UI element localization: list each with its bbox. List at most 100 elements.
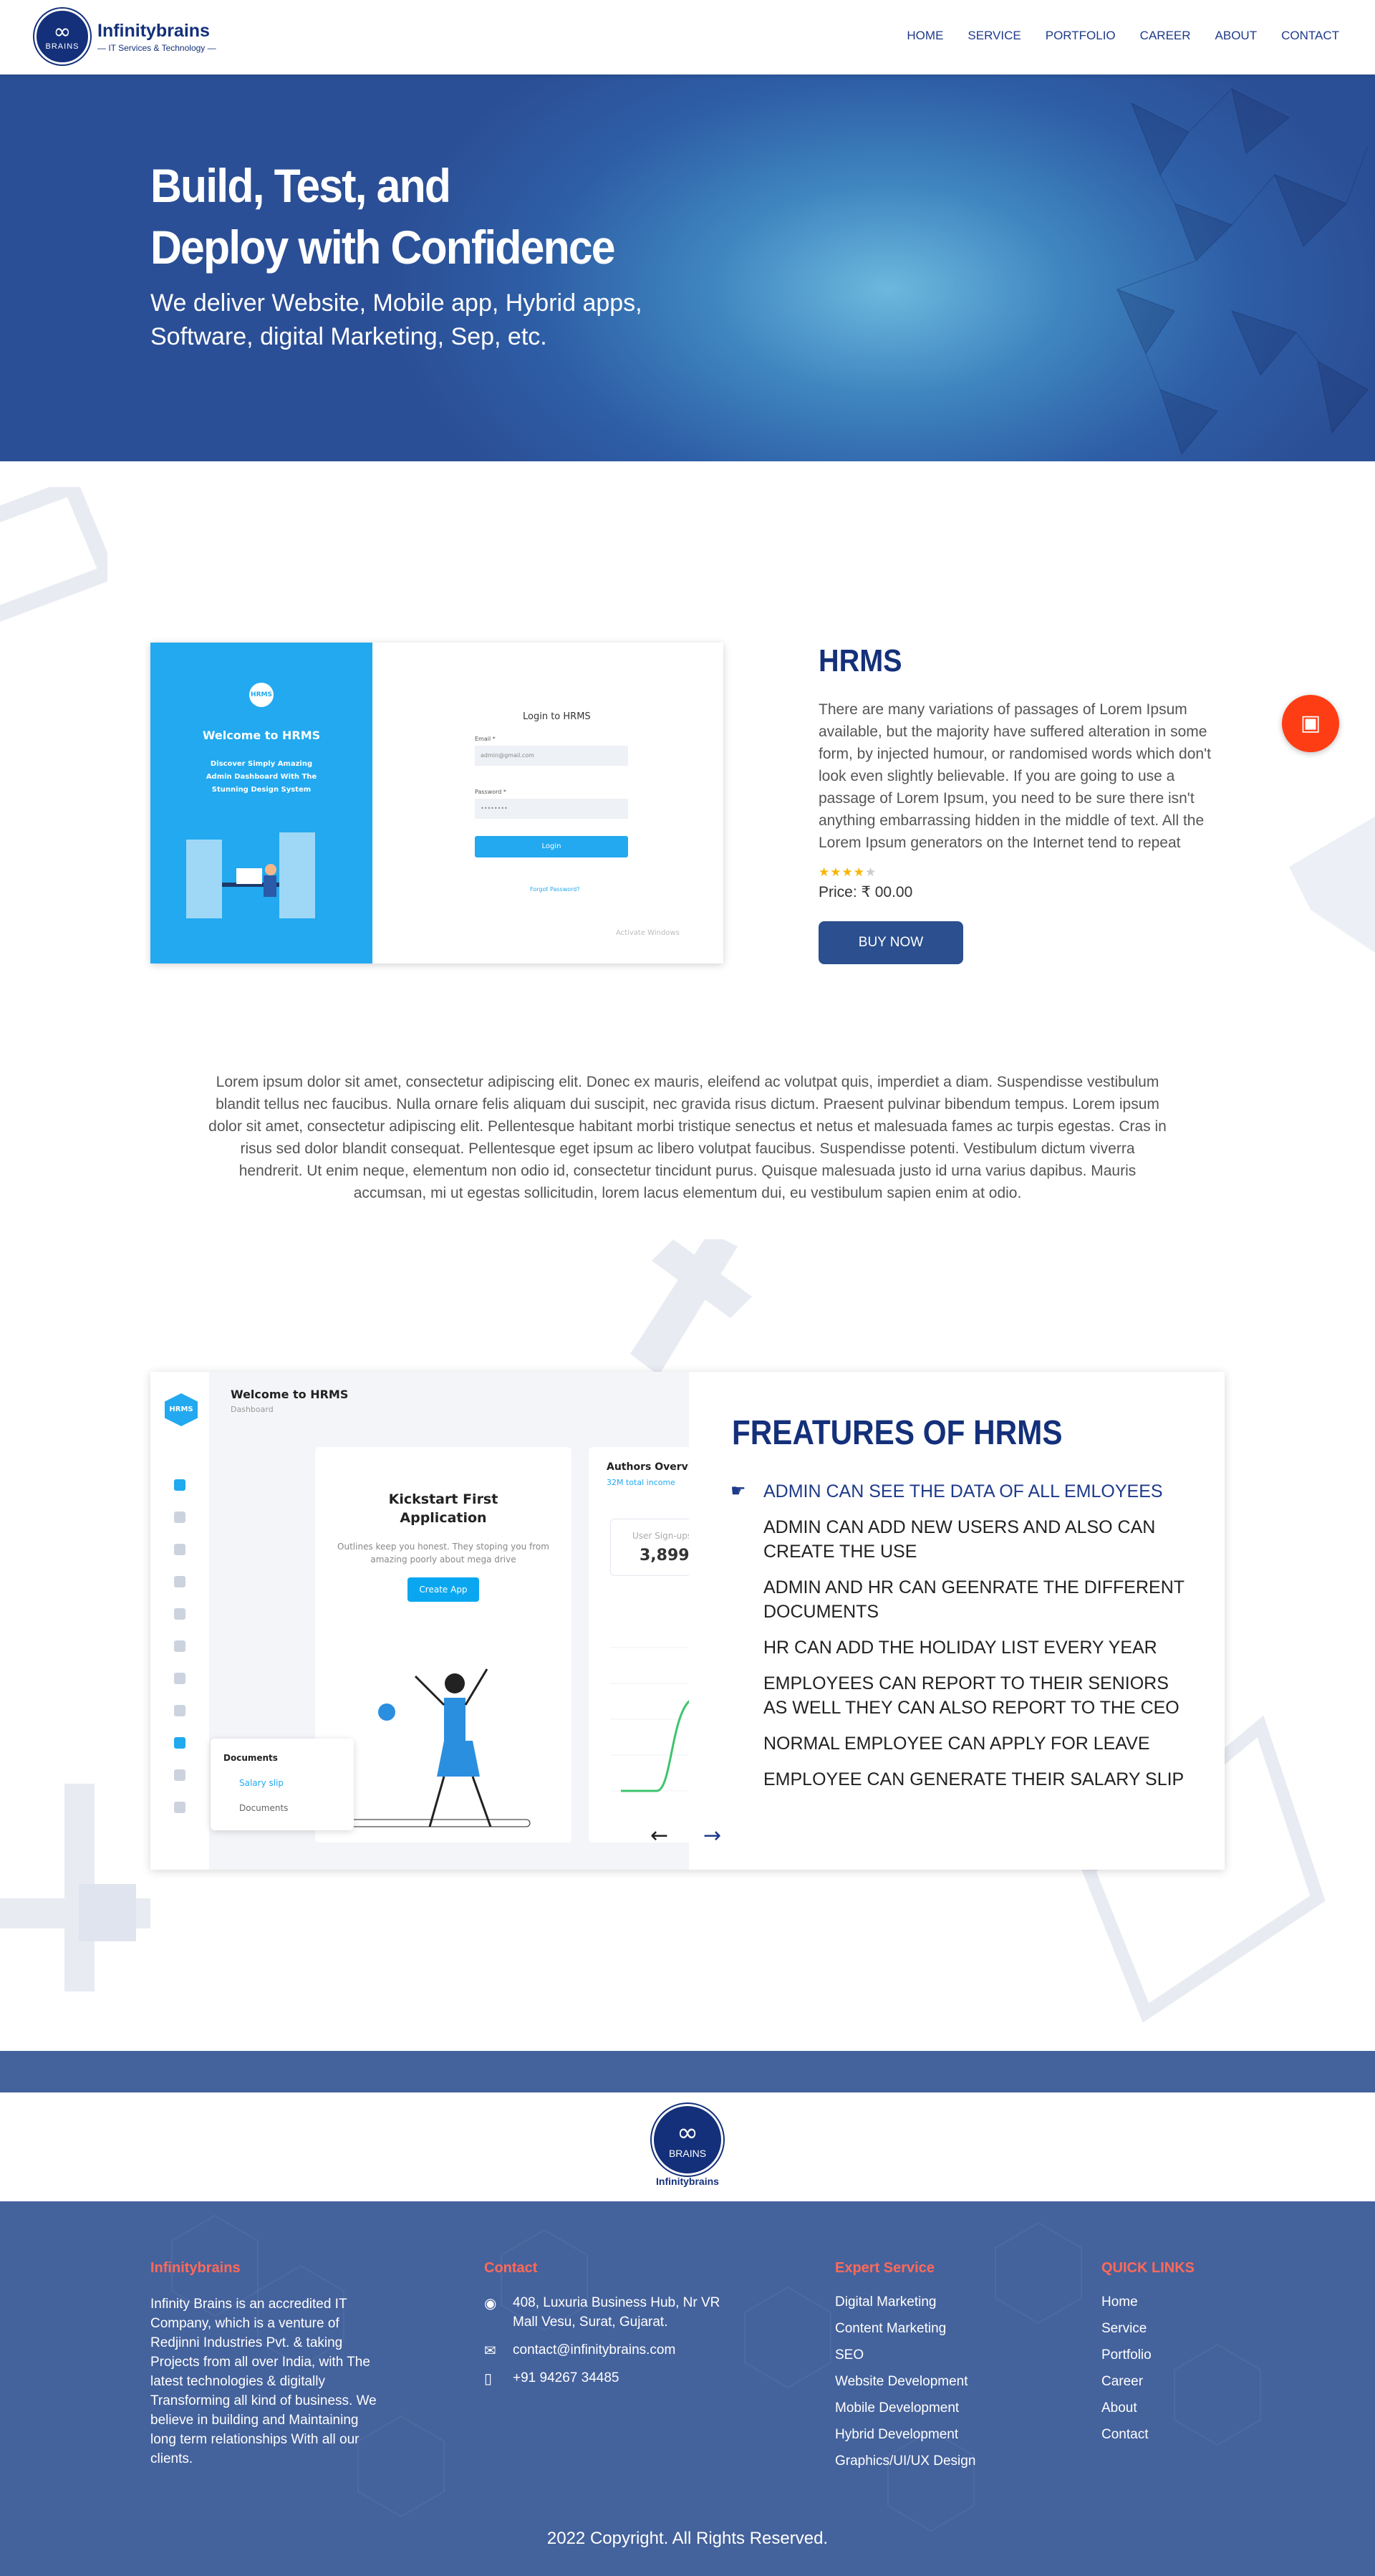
- logo-mark: ∞ BRAINS: [34, 9, 90, 64]
- product-rating: ★★★★★: [819, 865, 877, 880]
- contact-email[interactable]: ✉ contact@infinitybrains.com: [484, 2340, 742, 2360]
- product-title: HRMS: [819, 643, 902, 678]
- feature-text: ADMIN CAN SEE THE DATA OF ALL EMLOYEES: [763, 1481, 1163, 1501]
- contact-phone[interactable]: ▯ +91 94267 34485: [484, 2368, 742, 2388]
- quick-links-list: Home Service Portfolio Career About Cont…: [1101, 2289, 1152, 2448]
- top-navbar: ∞ BRAINS Infinitybrains — IT Services & …: [0, 0, 1375, 75]
- footer-logo[interactable]: ∞ BRAINS: [652, 2104, 723, 2176]
- signups-line-chart: [610, 1647, 689, 1792]
- nav-service[interactable]: SERVICE: [968, 29, 1021, 43]
- nav-career[interactable]: CAREER: [1140, 29, 1191, 43]
- product-price: Price: ₹ 00.00: [819, 884, 913, 900]
- briefcase-icon: [174, 1673, 185, 1684]
- kickstart-title: Kickstart First Application: [388, 1491, 498, 1526]
- service-link: Graphics/UI/UX Design: [835, 2448, 975, 2474]
- dashboard-sidebar: HRMS: [150, 1372, 209, 1870]
- service-link: Website Development: [835, 2368, 975, 2395]
- decorative-cross-shape: [0, 1784, 150, 1991]
- feature-text: ADMIN CAN ADD NEW USERS AND ALSO CAN CRE…: [763, 1517, 1156, 1562]
- login-button: Login: [475, 836, 628, 857]
- quick-link-service[interactable]: Service: [1101, 2321, 1147, 2336]
- footer-contact-title: Contact: [484, 2260, 538, 2276]
- next-arrow-icon[interactable]: →: [703, 1823, 721, 1848]
- chat-fab-button[interactable]: ▣: [1282, 695, 1339, 752]
- email-label: Email *: [475, 736, 496, 742]
- phone-icon: ▯: [484, 2371, 493, 2387]
- star-icon: ★: [830, 865, 842, 880]
- authors-card: Authors Overview 32M total income User S…: [589, 1447, 689, 1842]
- authors-title: Authors Overview: [607, 1461, 689, 1473]
- decorative-diamond-left: [0, 487, 107, 622]
- infinity-icon: ∞: [677, 2118, 698, 2148]
- hero-title-line-1: Build, Test, and: [150, 159, 451, 212]
- quick-link-contact[interactable]: Contact: [1101, 2427, 1148, 2442]
- phone-text: +91 94267 34485: [513, 2370, 619, 2385]
- service-link-text[interactable]: Hybrid Development: [835, 2427, 958, 2442]
- service-link-text[interactable]: Digital Marketing: [835, 2294, 937, 2310]
- contact-address: ◉ 408, Luxuria Business Hub, Nr VR Mall V…: [484, 2293, 742, 2332]
- service-link: Digital Marketing: [835, 2289, 975, 2315]
- pointing-hand-icon: ☛: [730, 1481, 746, 1501]
- nav-portfolio[interactable]: PORTFOLIO: [1046, 29, 1116, 43]
- hero-subtitle: We deliver Website, Mobile app, Hybrid a…: [150, 289, 642, 350]
- hero-title: Build, Test, and Deploy with Confidence: [150, 155, 616, 278]
- logo-word: BRAINS: [45, 42, 79, 51]
- feature-item: EMPLOYEES CAN REPORT TO THEIR SENIORS AS…: [730, 1671, 1196, 1720]
- body-paragraph: Lorem ipsum dolor sit amet, consectetur …: [208, 1074, 1167, 1201]
- service-link-text[interactable]: Content Marketing: [835, 2321, 946, 2336]
- infinity-icon: ∞: [53, 19, 72, 44]
- screenshot-left-panel: HRMS Welcome to HRMS Discover Simply Ama…: [150, 643, 372, 963]
- email-text: contact@infinitybrains.com: [513, 2342, 676, 2358]
- feature-text: EMPLOYEES CAN REPORT TO THEIR SENIORS AS…: [763, 1673, 1179, 1718]
- services-list: Digital Marketing Content Marketing SEO …: [835, 2289, 975, 2474]
- signups-value: 3,899: [640, 1547, 689, 1565]
- printer-icon: [174, 1544, 185, 1555]
- quick-link-career[interactable]: Career: [1101, 2374, 1143, 2389]
- feature-item: ADMIN AND HR CAN GEENRATE THE DIFFERENT …: [730, 1575, 1196, 1624]
- user-icon: [174, 1640, 185, 1652]
- quick-link: Portfolio: [1101, 2342, 1152, 2368]
- prev-arrow-icon[interactable]: ←: [650, 1823, 668, 1848]
- footer-links-title: QUICK LINKS: [1101, 2260, 1195, 2276]
- flow-icon: [174, 1705, 185, 1716]
- footer-top-band: [0, 2051, 1375, 2092]
- logo-text: Infinitybrains — IT Services & Technolog…: [97, 21, 216, 53]
- screenshot-login-form: Login to HRMS Email * admin@gmail.com Pa…: [372, 643, 723, 963]
- documents-icon: [174, 1737, 185, 1749]
- nav-contact[interactable]: CONTACT: [1281, 29, 1339, 43]
- dashboard-breadcrumb: Dashboard: [231, 1405, 274, 1414]
- site-logo[interactable]: ∞ BRAINS Infinitybrains — IT Services & …: [34, 9, 216, 64]
- password-label: Password *: [475, 789, 506, 795]
- chat-icon: ▣: [1300, 711, 1321, 736]
- quick-link: About: [1101, 2395, 1152, 2421]
- buy-now-button[interactable]: BUY NOW: [819, 921, 963, 964]
- footer-about-title: Infinitybrains: [150, 2260, 241, 2276]
- quick-link-about[interactable]: About: [1101, 2400, 1137, 2416]
- decorative-x-shape: [630, 1239, 752, 1375]
- star-icon: ★: [841, 865, 854, 880]
- dashboard-logo: HRMS: [165, 1393, 198, 1426]
- pin-icon: [174, 1576, 185, 1587]
- signups-label: User Sign-ups: [632, 1531, 689, 1541]
- service-link-text[interactable]: Website Development: [835, 2374, 968, 2389]
- mail-icon: ✉: [484, 2343, 496, 2359]
- feature-item: ☛ ADMIN CAN SEE THE DATA OF ALL EMLOYEES: [730, 1479, 1196, 1504]
- quick-link-home[interactable]: Home: [1101, 2294, 1138, 2310]
- service-link-text[interactable]: SEO: [835, 2347, 864, 2363]
- main-menu: HOME SERVICE PORTFOLIO CAREER ABOUT CONT…: [907, 29, 1339, 43]
- nav-about[interactable]: ABOUT: [1215, 29, 1258, 43]
- brand-tagline: — IT Services & Technology —: [97, 42, 216, 53]
- features-title: FREATURES OF HRMS: [732, 1414, 1063, 1452]
- feature-item: NORMAL EMPLOYEE CAN APPLY FOR LEAVE: [730, 1731, 1196, 1756]
- footer-services-title: Expert Service: [835, 2260, 935, 2276]
- copyright-text: 2022 Copyright. All Rights Reserved.: [546, 2529, 829, 2548]
- product-description: There are many variations of passages of…: [819, 701, 1211, 851]
- nav-home[interactable]: HOME: [907, 29, 943, 43]
- feature-text: HR CAN ADD THE HOLIDAY LIST EVERY YEAR: [763, 1638, 1157, 1658]
- email-field: admin@gmail.com: [475, 746, 628, 766]
- shield-icon: [174, 1802, 185, 1813]
- quick-link-portfolio[interactable]: Portfolio: [1101, 2347, 1152, 2363]
- documents-popover: Documents Salary slip Documents: [211, 1739, 354, 1830]
- service-link-text[interactable]: Mobile Development: [835, 2400, 959, 2416]
- service-link-text[interactable]: Graphics/UI/UX Design: [835, 2454, 975, 2469]
